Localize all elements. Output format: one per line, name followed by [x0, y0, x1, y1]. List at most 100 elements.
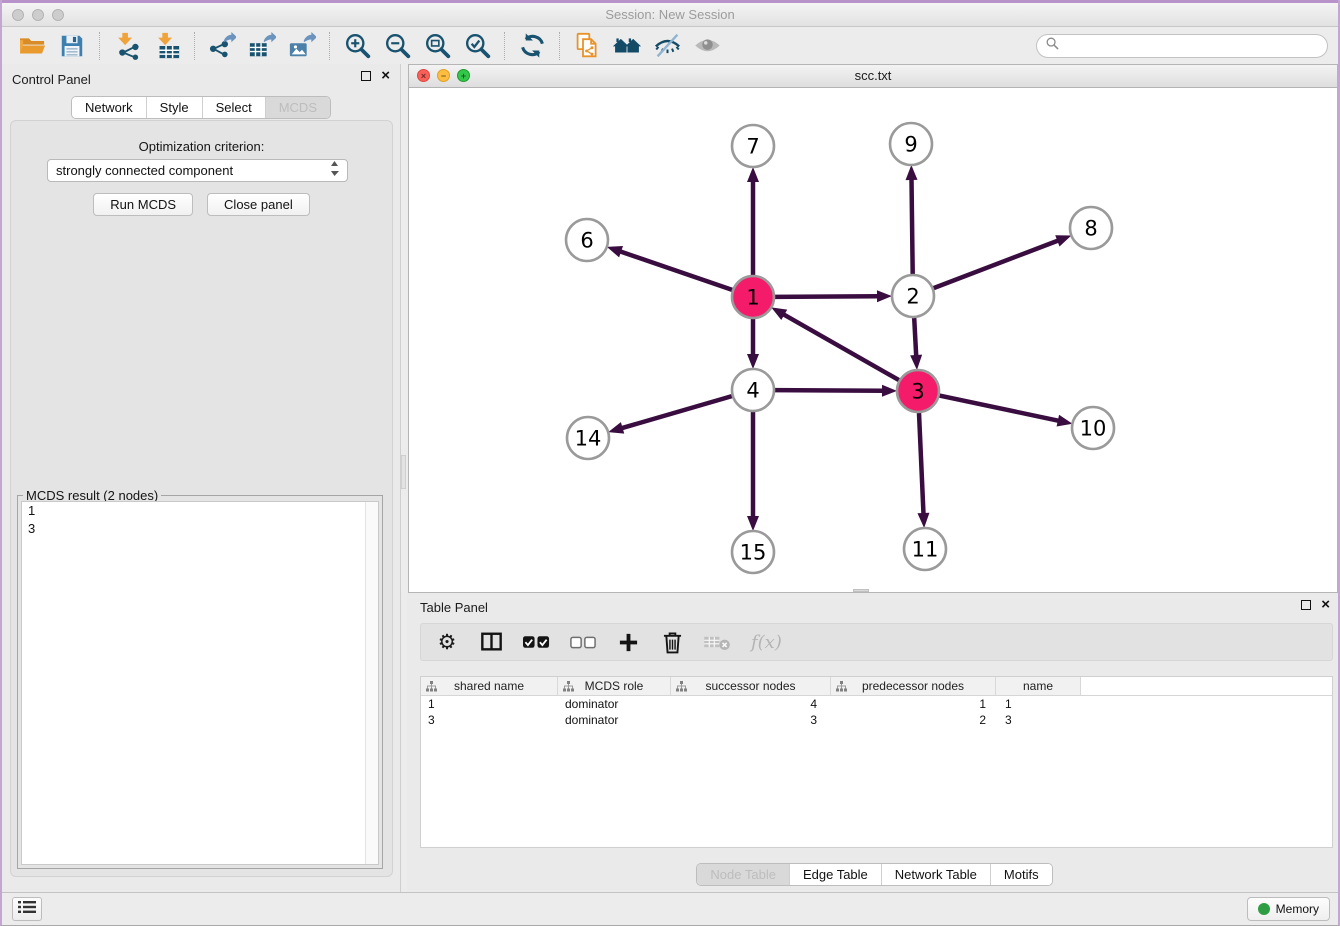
- edge-1-2[interactable]: [775, 296, 878, 297]
- select-all-checks-icon[interactable]: [523, 635, 550, 649]
- table-row[interactable]: 3dominator323: [421, 712, 1332, 728]
- memory-button[interactable]: Memory: [1247, 897, 1330, 921]
- edge-3-1[interactable]: [783, 314, 899, 380]
- table-cell[interactable]: dominator: [558, 696, 671, 712]
- task-history-button[interactable]: [12, 897, 42, 921]
- refresh-layout-icon[interactable]: [512, 30, 552, 62]
- close-table-panel-icon[interactable]: ×: [1321, 600, 1330, 610]
- table-cell[interactable]: 1: [421, 696, 558, 712]
- mcds-result-list[interactable]: 13: [21, 501, 379, 865]
- result-scrollbar[interactable]: [365, 502, 378, 864]
- home-layout-icon[interactable]: [607, 30, 647, 62]
- splitter-grip[interactable]: [401, 455, 406, 489]
- save-session-icon[interactable]: [52, 30, 92, 62]
- node-3[interactable]: 3: [897, 370, 939, 412]
- float-panel-icon[interactable]: [361, 71, 371, 81]
- tab-edge-table[interactable]: Edge Table: [789, 864, 881, 885]
- column-header-shared-name[interactable]: shared name: [421, 677, 558, 695]
- control-panel-tabs: NetworkStyleSelectMCDS: [71, 96, 331, 119]
- table-row[interactable]: 1dominator411: [421, 696, 1332, 712]
- node-label: 9: [904, 133, 917, 157]
- search-box[interactable]: [1036, 34, 1328, 58]
- node-8[interactable]: 8: [1070, 207, 1112, 249]
- control-panel-tabbar: NetworkStyleSelectMCDS: [2, 96, 400, 119]
- network-window-titlebar[interactable]: × − + scc.txt: [409, 65, 1337, 88]
- mcds-buttons: Run MCDS Close panel: [11, 193, 392, 216]
- node-10[interactable]: 10: [1072, 407, 1114, 449]
- column-header-successor-nodes[interactable]: successor nodes: [671, 677, 831, 695]
- table-settings-icon[interactable]: ⚙: [435, 630, 459, 654]
- table-cell[interactable]: 4: [671, 696, 831, 712]
- node-4[interactable]: 4: [732, 369, 774, 411]
- table-cell[interactable]: 1: [996, 696, 1081, 712]
- node-9[interactable]: 9: [890, 123, 932, 165]
- close-panel-button[interactable]: Close panel: [207, 193, 310, 216]
- edge-2-8[interactable]: [934, 241, 1059, 289]
- table-panel-buttons: ×: [1301, 600, 1330, 610]
- tab-network[interactable]: Network: [72, 97, 146, 118]
- open-session-icon[interactable]: [12, 30, 52, 62]
- zoom-selected-icon[interactable]: [457, 30, 497, 62]
- import-table-icon[interactable]: [147, 30, 187, 62]
- edge-3-10[interactable]: [940, 396, 1059, 421]
- edge-3-11[interactable]: [919, 413, 924, 514]
- column-visibility-icon[interactable]: [479, 631, 503, 653]
- edge-4-14[interactable]: [622, 396, 732, 428]
- table-cell[interactable]: 3: [996, 712, 1081, 728]
- delete-column-icon[interactable]: [660, 631, 684, 654]
- zoom-in-icon[interactable]: [337, 30, 377, 62]
- tab-motifs[interactable]: Motifs: [990, 864, 1052, 885]
- edge-2-3[interactable]: [914, 318, 916, 356]
- criterion-value: strongly connected component: [56, 163, 330, 178]
- tab-style[interactable]: Style: [146, 97, 202, 118]
- export-image-icon[interactable]: [282, 30, 322, 62]
- table-cell[interactable]: 1: [831, 696, 996, 712]
- column-header-predecessor-nodes[interactable]: predecessor nodes: [831, 677, 996, 695]
- criterion-select[interactable]: strongly connected component: [47, 159, 348, 182]
- node-14[interactable]: 14: [567, 417, 609, 459]
- edge-4-3[interactable]: [775, 390, 883, 391]
- node-7[interactable]: 7: [732, 125, 774, 167]
- result-item[interactable]: 3: [22, 520, 378, 538]
- tab-select[interactable]: Select: [202, 97, 265, 118]
- table-cell[interactable]: 3: [421, 712, 558, 728]
- edge-1-6[interactable]: [620, 251, 732, 290]
- resize-grip[interactable]: [853, 589, 869, 592]
- zoom-fit-icon[interactable]: [417, 30, 457, 62]
- edge-2-9[interactable]: [912, 179, 913, 274]
- table-cell[interactable]: 2: [831, 712, 996, 728]
- result-item[interactable]: 1: [22, 502, 378, 520]
- node-2[interactable]: 2: [892, 275, 934, 317]
- copy-network-icon[interactable]: [567, 30, 607, 62]
- control-panel: Control Panel × NetworkStyleSelectMCDS O…: [2, 64, 401, 892]
- tab-network-table[interactable]: Network Table: [881, 864, 990, 885]
- toolbar-separator: [329, 32, 330, 60]
- hierarchy-icon: [563, 681, 574, 695]
- export-table-icon[interactable]: [242, 30, 282, 62]
- zoom-out-icon[interactable]: [377, 30, 417, 62]
- add-column-icon[interactable]: [616, 632, 640, 653]
- column-header-MCDS-role[interactable]: MCDS role: [558, 677, 671, 695]
- node-11[interactable]: 11: [904, 528, 946, 570]
- node-label: 10: [1080, 417, 1107, 441]
- clear-all-checks-icon[interactable]: [570, 636, 596, 649]
- import-network-icon[interactable]: [107, 30, 147, 62]
- node-1[interactable]: 1: [732, 276, 774, 318]
- float-table-panel-icon[interactable]: [1301, 600, 1311, 610]
- close-panel-icon[interactable]: ×: [381, 71, 390, 81]
- network-canvas[interactable]: 7 9 6 8 1 2 4 3 14 10 15 11: [409, 88, 1337, 592]
- node-15[interactable]: 15: [732, 531, 774, 573]
- tab-mcds[interactable]: MCDS: [265, 97, 330, 118]
- search-input[interactable]: [1064, 37, 1318, 54]
- show-all-icon[interactable]: [687, 30, 727, 62]
- hide-selected-icon[interactable]: [647, 30, 687, 62]
- run-mcds-button[interactable]: Run MCDS: [93, 193, 193, 216]
- column-header-name[interactable]: name: [996, 677, 1081, 695]
- tab-node-table[interactable]: Node Table: [697, 864, 789, 885]
- mcds-result-items: 13: [22, 502, 378, 538]
- optimization-criterion-label: Optimization criterion:: [11, 139, 392, 154]
- node-6[interactable]: 6: [566, 219, 608, 261]
- export-network-icon[interactable]: [202, 30, 242, 62]
- table-cell[interactable]: dominator: [558, 712, 671, 728]
- table-cell[interactable]: 3: [671, 712, 831, 728]
